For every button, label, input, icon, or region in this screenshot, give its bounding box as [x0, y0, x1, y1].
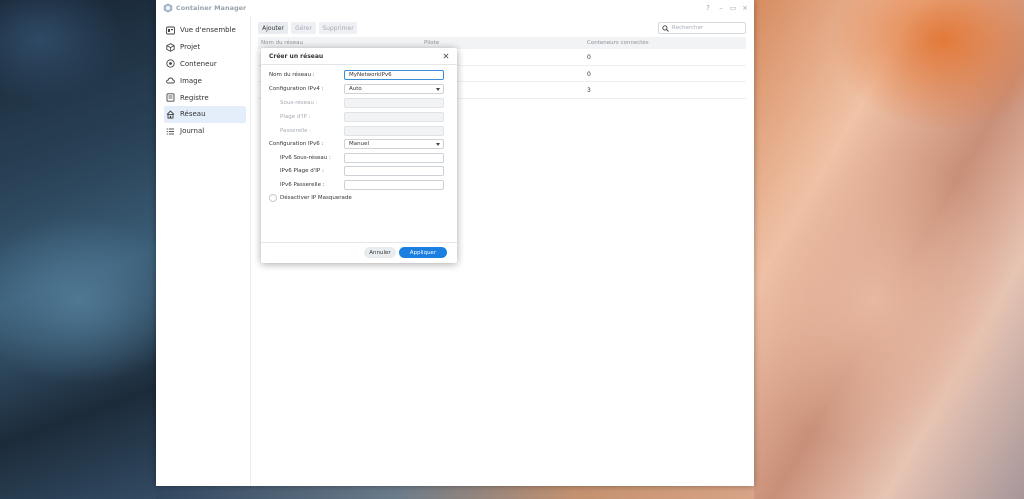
dialog-header-divider — [261, 64, 457, 65]
ipv6-gateway-label: IPv6 Passerelle : — [280, 182, 325, 188]
connected-count: 0 — [587, 54, 591, 61]
ipv6-subnet-input[interactable] — [344, 153, 444, 163]
help-button[interactable]: ? — [703, 3, 713, 13]
overview-icon — [166, 26, 175, 35]
ipv6-subnet-label: IPv6 Sous-réseau : — [280, 155, 331, 161]
column-header-network-name[interactable]: Nom du réseau — [261, 40, 303, 46]
ipv6-config-label: Configuration IPv6 : — [269, 141, 324, 147]
sidebar-item-container[interactable]: Conteneur — [164, 56, 246, 73]
column-header-driver[interactable]: Pilote — [424, 40, 439, 46]
sidebar-divider — [250, 16, 251, 486]
log-icon — [166, 127, 175, 136]
ip-range-label: Plage d'IP : — [280, 114, 311, 120]
network-name-input[interactable]: MyNetworkIPv6 — [344, 70, 444, 80]
sidebar-item-registry[interactable]: Registre — [164, 89, 246, 106]
search-input[interactable] — [672, 25, 744, 31]
network-name-value: MyNetworkIPv6 — [349, 72, 392, 78]
sidebar-item-project[interactable]: Projet — [164, 39, 246, 56]
window-title: Container Manager — [176, 4, 247, 12]
ipv6-config-value: Manuel — [349, 141, 369, 147]
close-icon[interactable] — [441, 51, 451, 61]
registry-icon — [166, 93, 175, 102]
ip-range-input[interactable] — [344, 112, 444, 122]
ipv6-range-label: IPv6 Plage d'IP : — [280, 168, 324, 174]
dialog-title: Créer un réseau — [269, 53, 324, 60]
image-cloud-icon — [166, 76, 175, 85]
sidebar-item-label: Journal — [180, 127, 205, 136]
gateway-input[interactable] — [344, 126, 444, 136]
add-button[interactable]: Ajouter — [258, 22, 288, 34]
desktop-wallpaper-right — [754, 0, 1024, 499]
sidebar-item-overview[interactable]: Vue d'ensemble — [164, 22, 246, 39]
maximize-button[interactable]: ▭ — [728, 3, 738, 13]
sidebar-item-label: Conteneur — [180, 59, 217, 68]
ipv6-config-select[interactable]: Manuel — [344, 139, 444, 149]
network-name-label: Nom du réseau : — [269, 72, 315, 78]
project-icon — [166, 42, 175, 52]
disable-masquerade-label[interactable]: Désactiver IP Masquerade — [280, 195, 352, 201]
sidebar-item-label: Réseau — [180, 110, 206, 119]
connected-count: 3 — [587, 87, 591, 94]
sidebar-item-log[interactable]: Journal — [164, 123, 246, 140]
cancel-button[interactable]: Annuler — [364, 247, 396, 258]
column-header-connected-containers[interactable]: Conteneurs connectés — [587, 40, 649, 46]
manage-button[interactable]: Gérer — [291, 22, 316, 34]
sidebar-item-label: Image — [180, 76, 202, 85]
network-icon — [166, 110, 175, 119]
search-box[interactable] — [658, 22, 746, 34]
sidebar-item-image[interactable]: Image — [164, 72, 246, 89]
container-icon — [166, 59, 175, 69]
connected-count: 0 — [587, 70, 591, 78]
ipv6-gateway-input[interactable] — [344, 180, 444, 190]
sidebar-item-network[interactable]: Réseau — [164, 105, 246, 123]
create-network-dialog: Créer un réseau Nom du réseau : MyNetwor… — [261, 48, 457, 263]
window-titlebar[interactable]: Container Manager ? – ▭ × — [156, 0, 754, 16]
minimize-button[interactable]: – — [716, 3, 726, 13]
disable-masquerade-checkbox[interactable] — [269, 194, 277, 202]
chevron-down-icon — [436, 88, 440, 91]
desktop-wallpaper-left — [0, 0, 156, 499]
subnet-input[interactable] — [344, 98, 444, 108]
apply-button[interactable]: Appliquer — [399, 247, 447, 258]
delete-button[interactable]: Supprimer — [319, 22, 357, 34]
ipv4-config-select[interactable]: Auto — [344, 84, 444, 94]
container-manager-app-icon — [163, 3, 173, 13]
sidebar: Vue d'ensemble Projet Conteneur Image Re… — [164, 22, 246, 140]
sidebar-item-label: Vue d'ensemble — [180, 26, 236, 35]
search-icon — [662, 24, 669, 32]
desktop-wallpaper-bottom — [156, 486, 754, 499]
ipv4-config-value: Auto — [349, 86, 362, 92]
dialog-footer-divider — [261, 242, 457, 243]
ipv6-range-input[interactable] — [344, 166, 444, 176]
sidebar-item-label: Registre — [180, 93, 209, 102]
gateway-label: Passerelle : — [280, 128, 312, 134]
close-window-button[interactable]: × — [740, 3, 750, 13]
ipv4-config-label: Configuration IPv4 : — [269, 86, 324, 92]
subnet-label: Sous-réseau : — [280, 100, 318, 106]
sidebar-item-label: Projet — [180, 43, 201, 52]
chevron-down-icon — [436, 143, 440, 146]
